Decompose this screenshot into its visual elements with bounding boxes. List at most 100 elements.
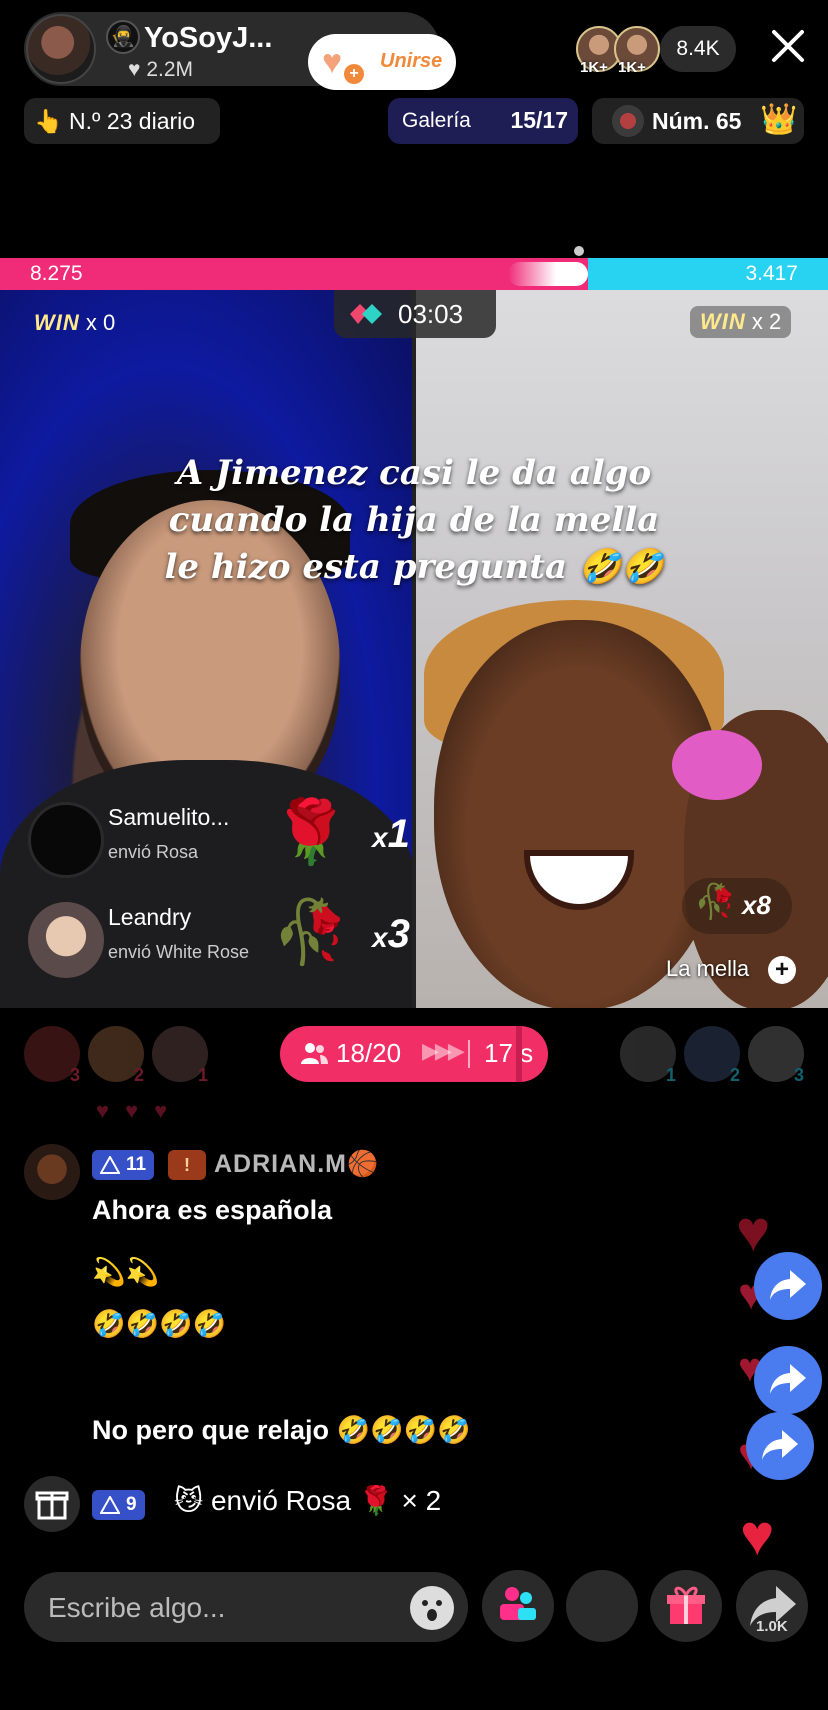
close-icon[interactable] <box>770 28 806 64</box>
people-icon <box>301 1043 328 1064</box>
gift-button[interactable] <box>650 1570 722 1642</box>
right-ranked-viewer[interactable]: 2 <box>684 1026 740 1085</box>
number-rank-label: Núm. 65 <box>652 108 742 134</box>
match-status-pill[interactable]: 18/20 ▶▶▶ 17 s <box>280 1026 548 1082</box>
gallery-count: 15/17 <box>510 107 568 133</box>
emoji-icon[interactable] <box>410 1586 454 1630</box>
rank-number: 3 <box>69 1065 80 1085</box>
host-name[interactable]: YoSoyJ... <box>144 22 272 55</box>
timer-text: 03:03 <box>398 299 464 329</box>
share-float-icon <box>754 1252 822 1320</box>
heart-icon: ♥ <box>322 43 343 81</box>
battle-score-bar: 8.275 3.417 <box>0 258 828 290</box>
fan-badge-icon: ! <box>168 1150 206 1180</box>
gift-count: 3 <box>387 912 410 956</box>
left-ranked-viewer[interactable]: 1 <box>152 1026 208 1085</box>
gift-box-icon[interactable] <box>24 1476 80 1532</box>
rank-number: 2 <box>729 1065 740 1085</box>
floating-heart-icon[interactable]: ♥ <box>740 1502 774 1569</box>
caption-line: cuando la hija de la mella <box>168 500 660 540</box>
join-label: Unirse <box>380 50 443 72</box>
user-level-badge: 11 <box>92 1150 155 1180</box>
gift-multiplier: x3 <box>372 912 410 956</box>
number-rank-pill[interactable]: Núm. 65 👑 <box>592 98 804 144</box>
rank-number: 1 <box>665 1065 676 1085</box>
share-button[interactable]: 1.0K <box>736 1570 808 1642</box>
right-host-face <box>434 620 724 1008</box>
share-float-icon <box>746 1412 814 1480</box>
gifter-avatar[interactable] <box>28 902 104 978</box>
rank-number: 3 <box>793 1065 804 1085</box>
gifter-name: Samuelito... <box>108 804 230 830</box>
chat-hearts-decoration: ♥♥♥ <box>96 1098 184 1123</box>
fan-level: ! <box>184 1155 190 1175</box>
chat-message: 💫💫 <box>92 1257 160 1287</box>
right-ranked-viewer[interactable]: 3 <box>748 1026 804 1085</box>
right-ranked-viewer[interactable]: 1 <box>620 1026 676 1085</box>
rank-number: 2 <box>133 1065 144 1085</box>
gifter-name: Leandry <box>108 904 192 930</box>
host-avatar[interactable] <box>26 14 96 84</box>
countdown-seconds: 17 s <box>484 1038 534 1068</box>
multi-guest-button[interactable] <box>482 1570 554 1642</box>
participant-count: 18/20 <box>336 1038 402 1068</box>
share-float-icon <box>754 1346 822 1414</box>
win-word: WIN <box>34 310 80 335</box>
comment-placeholder: Escribe algo... <box>48 1592 226 1623</box>
gift-icon <box>667 1586 705 1624</box>
gift-action: envió White Rose <box>108 942 250 962</box>
score-streak-icon <box>507 262 588 286</box>
gifter-avatar[interactable] <box>28 802 104 878</box>
fire-icon: 👆 <box>34 108 63 134</box>
video-caption: A Jimenez casi le da algo cuando la hija … <box>150 450 678 591</box>
left-ranked-viewer[interactable]: 2 <box>88 1026 144 1085</box>
gallery-pill[interactable]: Galería 15/17 <box>388 98 578 144</box>
gift-notification: Leandry envió White Rose 🥀 x3 <box>24 896 444 986</box>
chat-message: Ahora es española <box>92 1195 333 1225</box>
caption-line: A Jimenez casi le da algo <box>176 453 652 493</box>
gift-count: 1 <box>387 812 410 856</box>
chat-user-avatar[interactable] <box>24 1144 80 1200</box>
crown-icon: 👑 <box>760 103 798 136</box>
gift-message: 😼 envió Rosa 🌹 × 2 <box>174 1485 442 1516</box>
viewer-count[interactable]: 8.4K <box>660 26 736 72</box>
white-rose-icon: 🥀 <box>272 898 350 967</box>
viewer-badge: 1K+ <box>580 59 608 76</box>
chat-message: No pero que relajo 🤣🤣🤣🤣 <box>92 1415 472 1445</box>
comment-input[interactable]: Escribe algo... <box>24 1572 468 1642</box>
right-win-counter: WIN x 2 <box>690 306 792 338</box>
rank-avatar <box>612 105 644 137</box>
people-icon <box>500 1587 536 1620</box>
plus-icon: + <box>344 64 364 84</box>
share-count: 1.0K <box>756 1618 788 1635</box>
follow-opponent-icon[interactable]: + <box>768 956 796 984</box>
gifter-level: 9 <box>126 1494 137 1515</box>
host-pill[interactable]: 🥷 YoSoyJ... ♥ 2.2M ♥ + Unirse <box>24 12 456 90</box>
battle-indicator-dot <box>574 246 584 256</box>
rose-icon: 🌹 <box>272 798 350 867</box>
opponent-name[interactable]: La mella <box>666 956 749 982</box>
left-ranked-viewer[interactable]: 3 <box>24 1026 80 1085</box>
level-triangle-icon <box>100 1496 120 1514</box>
blank-action-button[interactable] <box>566 1570 638 1642</box>
gift-notification: Samuelito... envió Rosa 🌹 x1 <box>24 796 444 886</box>
left-score: 8.275 <box>30 262 83 285</box>
battle-timer: 03:03 <box>334 290 496 338</box>
progress-edge <box>516 1026 522 1082</box>
viewer-badge: 1K+ <box>618 59 646 76</box>
arrows-icon: ▶▶▶ <box>422 1038 465 1063</box>
battle-icon <box>350 304 382 324</box>
dog-ears-filter <box>672 730 762 800</box>
white-rose-icon: 🥀 <box>694 883 737 921</box>
daily-rank-pill[interactable]: 👆 N.º 23 diario <box>24 98 220 144</box>
opponent-gift-counter: 🥀 x8 <box>682 878 792 934</box>
gallery-label: Galería <box>402 109 471 132</box>
join-button[interactable]: ♥ + Unirse <box>308 34 456 90</box>
win-word: WIN <box>700 309 746 334</box>
level-triangle-icon <box>100 1156 120 1174</box>
floating-heart-icon: ♥ <box>736 1199 771 1264</box>
right-score: 3.417 <box>745 262 798 285</box>
win-count: x 0 <box>85 310 116 335</box>
viewer-avatar[interactable]: 1K+ <box>614 26 660 76</box>
chat-username[interactable]: ADRIAN.M🏀 <box>214 1150 379 1179</box>
